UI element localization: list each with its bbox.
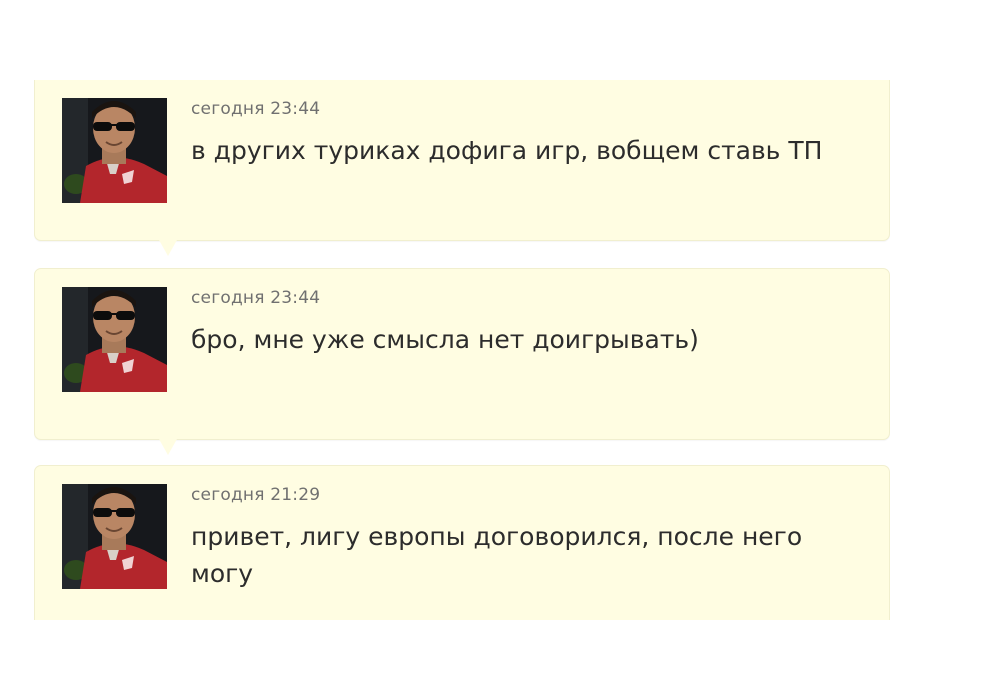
- message-timestamp: сегодня 23:44: [191, 288, 321, 308]
- user-avatar[interactable]: [62, 287, 167, 392]
- avatar-photo-icon: [62, 98, 167, 203]
- bubble-tail: [159, 439, 177, 455]
- user-avatar[interactable]: [62, 98, 167, 203]
- avatar-photo-icon: [62, 287, 167, 392]
- message-timestamp: сегодня 21:29: [191, 485, 321, 505]
- message-timestamp: сегодня 23:44: [191, 99, 321, 119]
- message-feed: сегодня 23:44 в других туриках дофига иг…: [34, 80, 890, 620]
- user-avatar[interactable]: [62, 484, 167, 589]
- bubble-tail: [159, 240, 177, 256]
- message-text: в других туриках дофига игр, вобщем став…: [191, 136, 823, 165]
- message-item: сегодня 23:44 бро, мне уже смысла нет до…: [34, 268, 890, 455]
- message-item: сегодня 21:29 привет, лигу европы догово…: [34, 465, 890, 620]
- avatar-photo-icon: [62, 484, 167, 589]
- message-text: привет, лигу европы договорился, после н…: [191, 522, 803, 588]
- message-item: сегодня 23:44 в других туриках дофига иг…: [34, 80, 890, 256]
- message-text: бро, мне уже смысла нет доигрывать): [191, 325, 699, 354]
